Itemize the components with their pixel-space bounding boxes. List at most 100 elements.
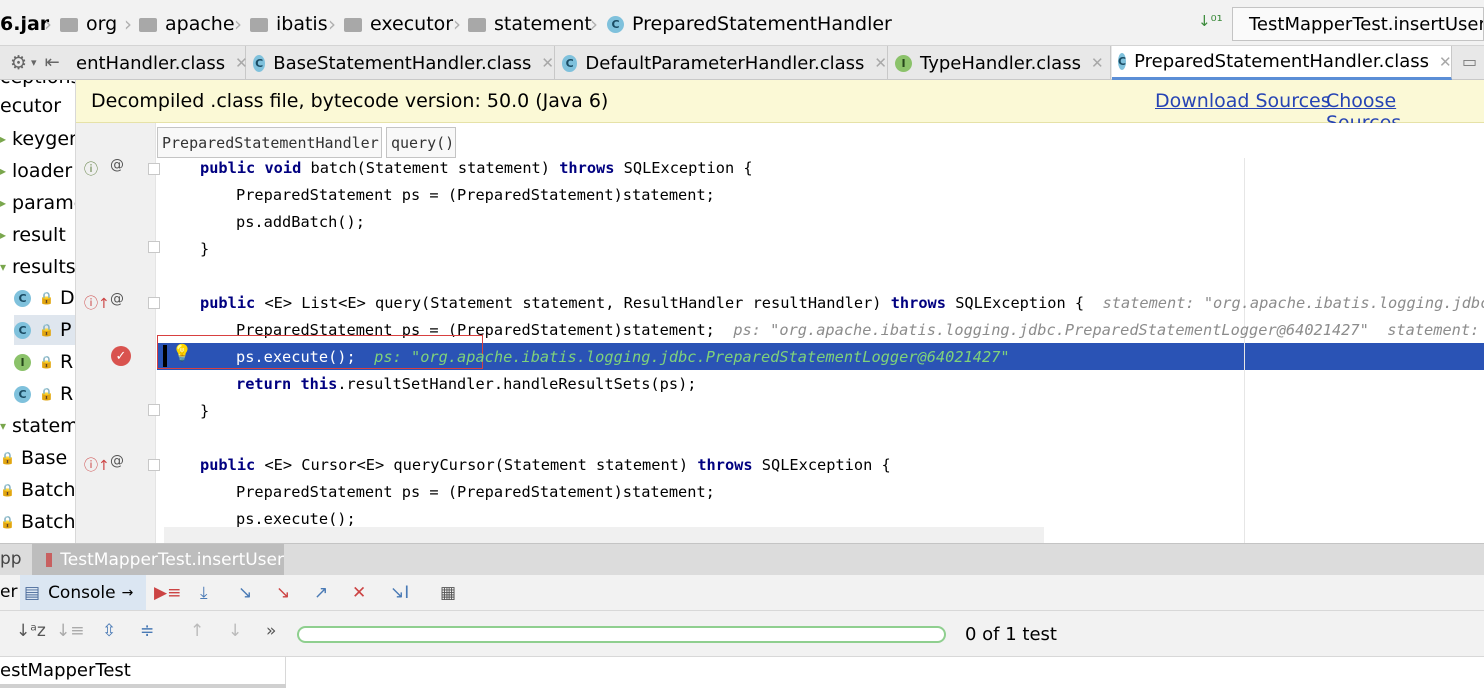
lock-icon: 🔒 [0,515,15,529]
annotation-icon: @ [110,157,124,173]
fold-marker[interactable] [148,297,160,309]
editor-gutter[interactable] [76,123,156,543]
drop-frame-icon[interactable]: ✕ [352,583,366,603]
overrides-icon[interactable]: ⓘ↑ [84,293,110,313]
close-icon[interactable]: ✕ [1439,53,1452,71]
lock-icon: 🔒 [0,483,15,497]
class-icon: C [1118,53,1127,70]
evaluate-expression-icon[interactable]: ▦ [440,583,456,603]
collapse-icon[interactable]: ⇤ [45,52,60,73]
breadcrumb-separator: › [124,12,132,36]
breadcrumb-jar[interactable]: 6.jar [0,11,49,37]
test-runner-toolbar: ↓ᵃz ↓≡ ⇳ ≑ ↑ ↓ » 0 of 1 test [0,611,1484,657]
run-tab-cut[interactable]: pp [0,549,22,569]
tree-item[interactable]: 🔒 Batch [0,507,75,537]
tree-item[interactable]: ▾resultse [0,252,75,282]
package-icon: ▸ [0,132,7,146]
tree-item[interactable]: I 🔒 R [14,347,73,377]
next-failed-icon[interactable]: ↓ [228,621,242,641]
breadcrumb-apache[interactable]: apache [139,11,235,37]
breadcrumb-separator: › [328,12,336,36]
sort-alphabetically-icon[interactable]: ↓ᵃz [16,621,46,641]
breadcrumb-executor[interactable]: executor [344,11,453,37]
lightbulb-icon[interactable]: 💡 [172,343,192,362]
tree-item[interactable]: ▸paramete [0,188,75,218]
method-breadcrumb-class[interactable]: PreparedStatementHandler [157,127,382,158]
show-execution-point-icon[interactable]: ▶≡ [154,583,181,603]
step-out-icon[interactable]: ↗ [314,583,328,603]
folder-icon [344,18,362,32]
force-step-into-icon[interactable]: ↘ [276,583,290,603]
class-icon: C [253,54,266,72]
lock-icon: 🔒 [39,355,54,369]
code-editor[interactable]: PreparedStatementHandler query() ⓘ @ ⓘ↑ … [76,123,1484,543]
lock-icon: 🔒 [39,387,54,401]
tree-item[interactable]: ▸ result [0,220,66,250]
breadcrumb-class[interactable]: C PreparedStatementHandler [607,11,892,37]
tab-defaultparameterhandler[interactable]: C DefaultParameterHandler.class ✕ [556,46,888,80]
implements-icon[interactable]: ⓘ [84,159,98,179]
fold-marker[interactable] [148,404,160,416]
tree-item-selected[interactable]: C 🔒 P [14,315,75,345]
project-tree: ceptions ecutor ▸keygen ▸loader ▸paramet… [0,80,76,543]
sort-binary-icon[interactable]: ↓⁰¹ [1198,12,1223,30]
expand-all-icon[interactable]: ⇳ [102,621,116,641]
run-to-cursor-icon[interactable]: ↘I [390,583,409,603]
tree-item[interactable]: C 🔒 R [14,379,73,409]
run-toolbar: er ▤ Console → ▶≡ ⤓ ↘ ↘ ↗ ✕ ↘I ▦ [0,575,1484,611]
tree-item[interactable]: ecutor [0,91,61,121]
code-line: public void batch(Statement statement) t… [200,159,753,177]
test-tree-root[interactable]: estMapperTest [0,660,131,681]
tree-scrollbar[interactable] [0,684,286,688]
step-over-icon[interactable]: ⤓ [200,583,208,603]
method-breadcrumb-method[interactable]: query() [386,127,456,158]
fold-marker[interactable] [148,241,160,253]
folder-icon [139,18,157,32]
tab-entHandler[interactable]: entHandler.class ✕ [76,46,248,80]
breadcrumb-statement[interactable]: statement [468,11,592,37]
step-into-icon[interactable]: ↘ [238,583,252,603]
breadcrumb-ibatis[interactable]: ibatis [250,11,328,37]
close-icon[interactable]: ✕ [1091,54,1104,72]
tree-item[interactable]: C 🔒 D [14,283,75,313]
download-sources-link[interactable]: Download Sources [1155,90,1331,112]
overrides-icon[interactable]: ⓘ↑ [84,455,110,475]
tab-basestatementhandler[interactable]: C BaseStatementHandler.class ✕ [247,46,555,80]
class-icon: C [14,289,31,307]
tree-item[interactable]: 🔒 Batch [0,475,75,505]
folder-icon [250,18,268,32]
gear-icon[interactable]: ⚙ [10,52,27,74]
breakpoint-icon[interactable]: ✓ [111,346,131,366]
label-cut: er [0,582,18,602]
fold-marker[interactable] [148,459,160,471]
lock-icon: 🔒 [0,451,15,465]
pin-icon[interactable]: → [122,585,134,601]
run-configuration-selector[interactable]: TestMapperTest.insertUser [1232,7,1484,41]
tree-item[interactable]: ▸ keygen [0,124,75,154]
previous-failed-icon[interactable]: ↑ [190,621,204,641]
horizontal-scrollbar[interactable] [164,527,1044,543]
close-icon[interactable]: ✕ [874,54,887,72]
test-count-status: 0 of 1 test [965,624,1057,645]
run-tab-testmapper[interactable]: TestMapperTest.insertUser [32,544,284,575]
interface-icon: I [14,353,31,371]
console-tab[interactable]: ▤ Console → [20,575,146,610]
code-line: } [200,402,210,420]
close-icon[interactable]: ✕ [235,54,248,72]
collapse-all-icon[interactable]: ≑ [140,621,154,641]
tree-item[interactable]: ▾stateme [0,411,75,441]
test-progress-bar [297,626,946,643]
tree-item[interactable]: 🔒 Base [0,443,67,473]
more-icon[interactable]: » [266,621,276,641]
close-icon[interactable]: ✕ [541,54,554,72]
tab-typehandler[interactable]: I TypeHandler.class ✕ [889,46,1111,80]
chevron-down-icon[interactable]: ▾ [31,56,37,69]
package-icon: ▸ [0,164,7,178]
tab-preparedstatementhandler[interactable]: C PreparedStatementHandler.class ✕ [1112,46,1452,80]
sort-duration-icon[interactable]: ↓≡ [56,621,85,641]
breadcrumb-org[interactable]: org [60,11,117,37]
tab-list-icon[interactable]: ▭ [1462,52,1477,71]
package-icon: ▾ [0,260,7,274]
tree-item[interactable]: ▸ loader [0,156,72,186]
fold-marker[interactable] [148,163,160,175]
